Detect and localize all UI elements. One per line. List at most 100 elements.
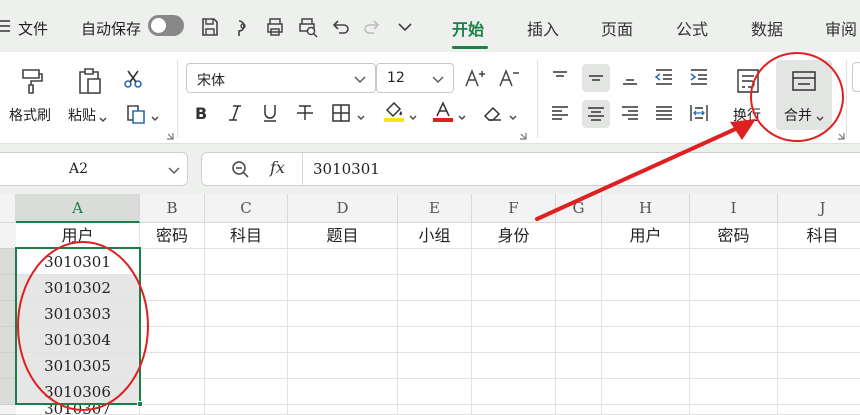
column-header-g[interactable]: G <box>556 194 602 223</box>
cell-e2[interactable] <box>398 249 472 275</box>
cell-b1[interactable]: 密码 <box>140 223 205 249</box>
cell-g2[interactable] <box>556 249 602 275</box>
scissors-icon[interactable] <box>122 68 144 90</box>
decrease-indent-icon[interactable] <box>653 66 675 88</box>
borders-icon[interactable] <box>330 102 352 124</box>
cell-j5[interactable] <box>778 327 860 353</box>
cell-i3[interactable] <box>690 275 778 301</box>
paste-chevron-icon[interactable] <box>98 110 108 122</box>
cell-d4[interactable] <box>288 301 398 327</box>
print-icon[interactable] <box>264 16 286 38</box>
cell-a6[interactable]: 3010305 <box>16 353 140 379</box>
merge-cells-icon[interactable] <box>789 66 819 96</box>
tab-review[interactable]: 审阅 <box>825 16 857 40</box>
cell-b8[interactable] <box>140 405 205 415</box>
cell-g6[interactable] <box>556 353 602 379</box>
align-left-icon[interactable] <box>549 102 571 124</box>
tab-home[interactable]: 开始 <box>452 16 484 40</box>
save-icon[interactable] <box>199 16 221 38</box>
cell-f1[interactable]: 身份 <box>472 223 556 249</box>
cell-g1[interactable] <box>556 223 602 249</box>
cell-j1[interactable]: 科目 <box>778 223 860 249</box>
cell-e6[interactable] <box>398 353 472 379</box>
column-header-a[interactable]: A <box>16 194 140 223</box>
increase-font-size-icon[interactable] <box>464 67 486 89</box>
merge-label[interactable]: 合并 <box>784 105 812 125</box>
export-icon[interactable] <box>231 16 253 38</box>
row-header[interactable] <box>0 353 16 379</box>
cell-b4[interactable] <box>140 301 205 327</box>
cell-h2[interactable] <box>602 249 690 275</box>
row-header[interactable] <box>0 327 16 353</box>
tab-insert[interactable]: 插入 <box>527 16 559 40</box>
autosave-toggle[interactable] <box>148 15 184 36</box>
underline-icon[interactable] <box>259 102 281 124</box>
cell-a4[interactable]: 3010303 <box>16 301 140 327</box>
cell-c3[interactable] <box>205 275 288 301</box>
undo-icon[interactable] <box>329 16 351 38</box>
cell-e1[interactable]: 小组 <box>398 223 472 249</box>
cell-d2[interactable] <box>288 249 398 275</box>
cell-d1[interactable]: 题目 <box>288 223 398 249</box>
decrease-font-size-icon[interactable] <box>498 67 520 89</box>
cell-f7[interactable] <box>472 379 556 405</box>
column-header-j[interactable]: J <box>778 194 860 223</box>
cell-h6[interactable] <box>602 353 690 379</box>
cell-c4[interactable] <box>205 301 288 327</box>
cell-c5[interactable] <box>205 327 288 353</box>
next-group-control[interactable] <box>852 62 860 92</box>
borders-chevron-icon[interactable] <box>356 108 366 120</box>
cell-j6[interactable] <box>778 353 860 379</box>
cell-e3[interactable] <box>398 275 472 301</box>
tab-formulas[interactable]: 公式 <box>676 16 708 40</box>
cell-i1[interactable]: 密码 <box>690 223 778 249</box>
column-header-b[interactable]: B <box>140 194 205 223</box>
cell-g3[interactable] <box>556 275 602 301</box>
align-middle-icon[interactable] <box>582 64 610 92</box>
column-header-c[interactable]: C <box>205 194 288 223</box>
distributed-align-icon[interactable] <box>688 102 710 124</box>
copy-icon[interactable] <box>125 103 147 125</box>
cell-i6[interactable] <box>690 353 778 379</box>
increase-indent-icon[interactable] <box>688 66 710 88</box>
cell-j7[interactable] <box>778 379 860 405</box>
cell-b2[interactable] <box>140 249 205 275</box>
cell-d6[interactable] <box>288 353 398 379</box>
cell-a5[interactable]: 3010304 <box>16 327 140 353</box>
cell-e8[interactable] <box>398 405 472 415</box>
align-top-icon[interactable] <box>549 66 571 88</box>
cell-a7[interactable]: 3010306 <box>16 379 140 405</box>
cell-f6[interactable] <box>472 353 556 379</box>
cell-f2[interactable] <box>472 249 556 275</box>
cell-d5[interactable] <box>288 327 398 353</box>
paste-icon[interactable] <box>74 66 104 96</box>
cell-h8[interactable] <box>602 405 690 415</box>
cell-a1[interactable]: 用户 <box>16 223 140 249</box>
cell-e4[interactable] <box>398 301 472 327</box>
cell-c8[interactable] <box>205 405 288 415</box>
cell-h3[interactable] <box>602 275 690 301</box>
cell-e5[interactable] <box>398 327 472 353</box>
column-header-d[interactable]: D <box>288 194 398 223</box>
merge-chevron-icon[interactable] <box>815 109 825 121</box>
column-header-i[interactable]: I <box>690 194 778 223</box>
align-center-icon[interactable] <box>582 100 610 128</box>
row-header[interactable] <box>0 223 16 249</box>
chevron-down-icon[interactable] <box>394 16 416 38</box>
format-painter-label[interactable]: 格式刷 <box>9 105 51 125</box>
cell-j4[interactable] <box>778 301 860 327</box>
font-color-chevron-icon[interactable] <box>457 108 467 120</box>
zoom-formula-icon[interactable] <box>230 159 250 179</box>
tab-page[interactable]: 页面 <box>601 16 633 40</box>
fill-color-chevron-icon[interactable] <box>408 108 418 120</box>
redo-icon[interactable] <box>362 16 384 38</box>
fill-handle[interactable] <box>137 401 143 407</box>
row-header[interactable] <box>0 379 16 405</box>
cell-i5[interactable] <box>690 327 778 353</box>
cell-g7[interactable] <box>556 379 602 405</box>
name-box[interactable]: A2 <box>0 152 188 186</box>
cell-i2[interactable] <box>690 249 778 275</box>
bold-icon[interactable]: B <box>190 102 212 124</box>
cell-i8[interactable] <box>690 405 778 415</box>
cell-j2[interactable] <box>778 249 860 275</box>
